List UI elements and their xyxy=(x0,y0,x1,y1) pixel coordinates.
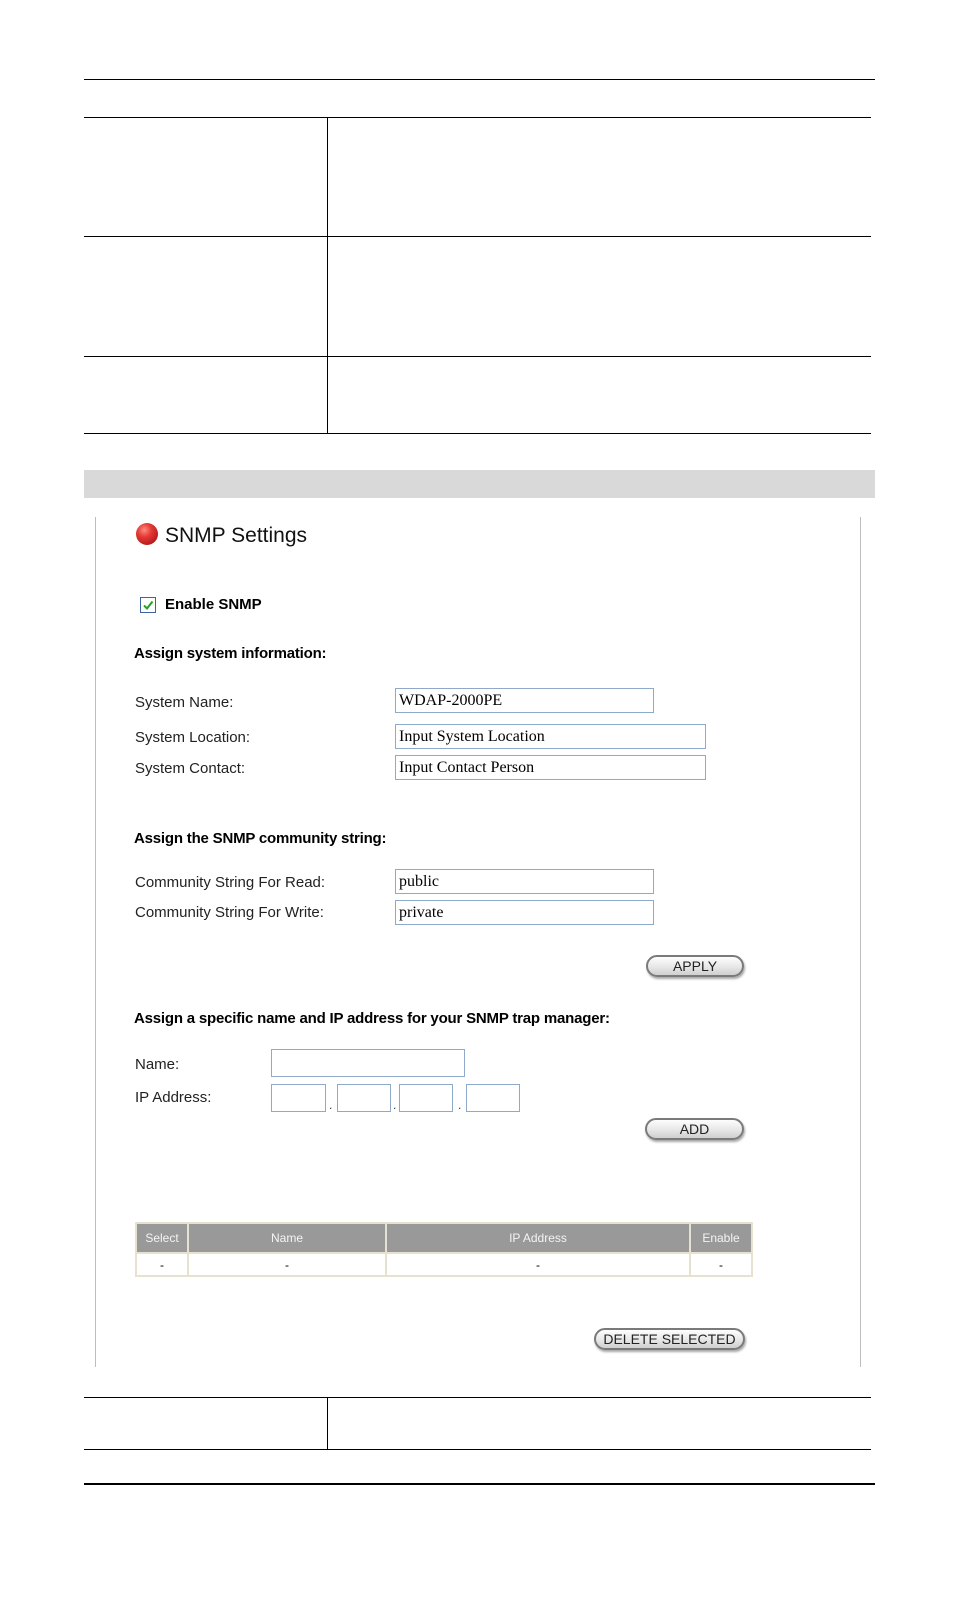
system-name-label: System Name: xyxy=(135,694,234,711)
footer-rule xyxy=(84,1483,875,1485)
apply-button[interactable]: APPLY xyxy=(646,955,744,977)
trap-name-label: Name: xyxy=(135,1056,180,1073)
trap-manager-table: Select Name IP Address Enable - - - - xyxy=(135,1222,753,1277)
cell-name: - xyxy=(187,1252,387,1277)
table-rule xyxy=(84,356,871,357)
table-column-divider xyxy=(327,1397,328,1449)
community-read-label: Community String For Read: xyxy=(135,874,326,891)
community-write-label: Community String For Write: xyxy=(135,904,324,921)
ip-octet-1-input[interactable] xyxy=(271,1084,326,1112)
column-header-select: Select xyxy=(135,1222,189,1254)
header-rule xyxy=(84,79,875,80)
system-info-heading: Assign system information: xyxy=(134,645,327,662)
figure-caption-band xyxy=(84,470,875,498)
red-ball-icon xyxy=(136,523,158,545)
system-name-input[interactable]: WDAP-2000PE xyxy=(395,688,654,713)
cell-enable: - xyxy=(689,1252,753,1277)
community-write-input[interactable]: private xyxy=(395,900,654,925)
trap-name-input[interactable] xyxy=(271,1049,465,1077)
table-rule xyxy=(84,236,871,237)
checkmark-icon xyxy=(143,600,154,610)
trap-heading: Assign a specific name and IP address fo… xyxy=(134,1010,610,1027)
table-rule xyxy=(84,1397,871,1398)
system-location-input[interactable]: Input System Location xyxy=(395,724,706,749)
community-read-input[interactable]: public xyxy=(395,869,654,894)
ip-octet-4-input[interactable] xyxy=(466,1084,520,1112)
system-contact-input[interactable]: Input Contact Person xyxy=(395,755,706,780)
page-title-text: SNMP Settings xyxy=(165,524,308,547)
column-header-name: Name xyxy=(187,1222,387,1254)
cell-ip-address: - xyxy=(385,1252,691,1277)
table-rule xyxy=(84,1449,871,1450)
table-rule xyxy=(84,433,871,434)
panel-border-left xyxy=(95,517,96,1367)
delete-selected-button[interactable]: DELETE SELECTED xyxy=(594,1328,745,1350)
ip-octet-2-input[interactable] xyxy=(337,1084,391,1112)
column-header-ip-address: IP Address xyxy=(385,1222,691,1254)
table-column-divider xyxy=(327,117,328,433)
ip-octet-3-input[interactable] xyxy=(399,1084,453,1112)
enable-snmp-label: Enable SNMP xyxy=(165,596,262,613)
enable-snmp-row[interactable]: Enable SNMP xyxy=(140,596,262,613)
column-header-enable: Enable xyxy=(689,1222,753,1254)
panel-border-right xyxy=(860,517,861,1367)
cell-select: - xyxy=(135,1252,189,1277)
table-rule xyxy=(84,117,871,118)
page-title: SNMP Settings xyxy=(136,523,308,548)
enable-snmp-checkbox[interactable] xyxy=(140,596,156,613)
system-contact-label: System Contact: xyxy=(135,760,246,777)
trap-ip-label: IP Address: xyxy=(135,1089,212,1106)
table-row: - - - - xyxy=(135,1252,753,1277)
table-header-row: Select Name IP Address Enable xyxy=(135,1222,753,1254)
ip-separator: . xyxy=(393,1098,397,1112)
ip-separator: . xyxy=(458,1098,462,1112)
community-heading: Assign the SNMP community string: xyxy=(134,830,387,847)
system-location-label: System Location: xyxy=(135,729,251,746)
ip-separator: . xyxy=(329,1098,333,1112)
add-button[interactable]: ADD xyxy=(645,1118,744,1140)
